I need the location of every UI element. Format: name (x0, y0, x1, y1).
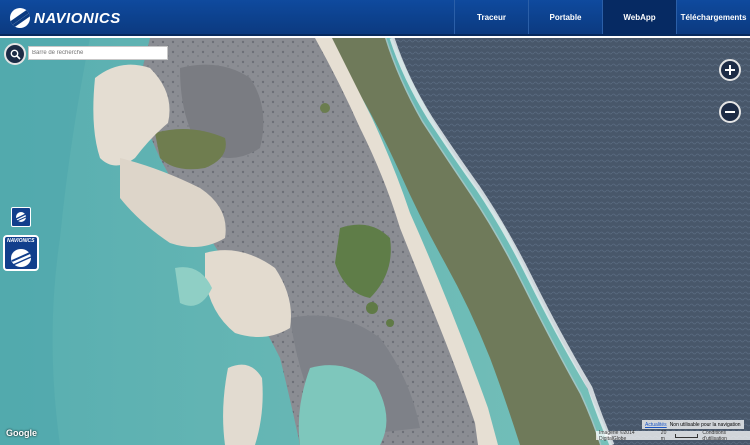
map-attribution-bar: Imagerie ©2014 DigitalGlobe 20 m Conditi… (596, 429, 750, 442)
terms-link[interactable]: Conditions d'utilisation (702, 430, 747, 442)
navionics-overlay-button[interactable]: NAVIONICS (3, 235, 39, 271)
nav-item-traceur[interactable]: Traceur (454, 0, 528, 34)
updates-link[interactable]: Actualités (645, 422, 667, 428)
nav-item-webapp[interactable]: WebApp (602, 0, 676, 34)
scale-bar (674, 433, 699, 438)
logo-text: NAVIONICS (34, 9, 121, 27)
map-imagery (0, 38, 750, 445)
satellite-map[interactable]: NAVIONICS Google Actualités Non utilisab… (0, 38, 750, 445)
plus-icon (725, 65, 735, 75)
nav-item-portable[interactable]: Portable (528, 0, 602, 34)
scale-label: 20 m (660, 429, 667, 442)
main-nav: Traceur Portable WebApp Téléchargements (454, 0, 750, 34)
navigation-disclaimer: Non utilisable pour la navigation (669, 421, 741, 428)
navionics-logo-icon (10, 8, 30, 28)
zoom-in-button[interactable] (719, 59, 741, 81)
imagery-credit: Imagerie ©2014 DigitalGlobe (599, 429, 635, 442)
attribution-notice: Actualités Non utilisable pour la naviga… (642, 420, 744, 429)
chart-layer-icon (15, 212, 27, 222)
navionics-globe-icon (11, 249, 32, 267)
search-input[interactable] (28, 46, 168, 60)
overlay-badge-label: NAVIONICS (7, 238, 35, 244)
top-navigation-bar: NAVIONICS Traceur Portable WebApp Téléch… (0, 0, 750, 36)
search-icon (10, 49, 21, 60)
navionics-logo[interactable]: NAVIONICS (10, 8, 121, 28)
minus-icon (725, 111, 735, 113)
nav-item-telechargements[interactable]: Téléchargements (676, 0, 750, 34)
search-button[interactable] (4, 43, 26, 65)
zoom-out-button[interactable] (719, 101, 741, 123)
google-logo: Google (6, 428, 37, 438)
layer-toggle-button[interactable] (11, 207, 31, 227)
